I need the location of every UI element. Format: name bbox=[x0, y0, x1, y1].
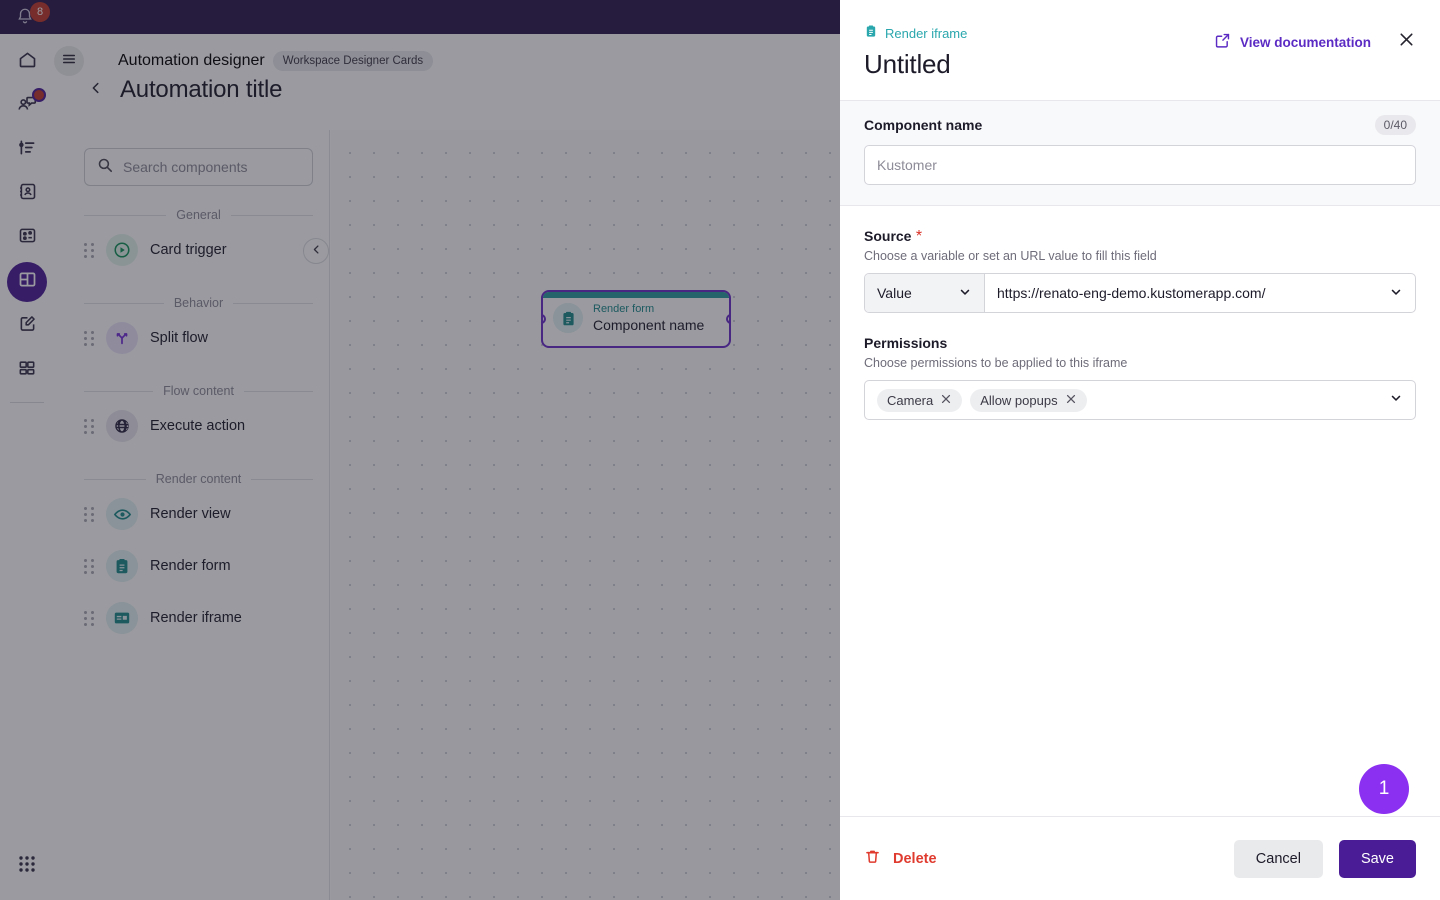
permission-tag-label: Allow popups bbox=[980, 392, 1058, 408]
external-link-icon bbox=[1214, 32, 1231, 52]
permissions-multiselect[interactable]: Camera Allow popups bbox=[864, 380, 1416, 420]
close-icon bbox=[1397, 30, 1416, 54]
drawer-header: Render iframe Untitled View documentatio… bbox=[840, 0, 1440, 100]
component-name-section: Component name 0/40 Kustomer bbox=[840, 100, 1440, 206]
source-url-value: https://renato-eng-demo.kustomerapp.com/ bbox=[997, 285, 1266, 301]
component-name-label: Component name bbox=[864, 117, 983, 133]
view-documentation-label: View documentation bbox=[1239, 34, 1371, 50]
render-iframe-drawer: Render iframe Untitled View documentatio… bbox=[840, 0, 1440, 900]
source-label: Source bbox=[864, 228, 912, 244]
clipboard-icon bbox=[864, 24, 878, 43]
source-field-group: Source * Choose a variable or set an URL… bbox=[864, 228, 1416, 313]
source-mode-select[interactable]: Value bbox=[865, 274, 985, 312]
component-name-input[interactable]: Kustomer bbox=[864, 145, 1416, 185]
permission-tag: Camera bbox=[877, 388, 963, 412]
close-icon bbox=[940, 393, 952, 408]
cancel-button[interactable]: Cancel bbox=[1233, 839, 1323, 878]
component-name-counter: 0/40 bbox=[1374, 115, 1416, 135]
remove-permission-button[interactable] bbox=[940, 393, 952, 408]
chevron-down-icon bbox=[1389, 285, 1403, 302]
permission-tag: Allow popups bbox=[970, 388, 1087, 412]
drawer-kind-label: Render iframe bbox=[885, 26, 968, 41]
chevron-down-icon bbox=[958, 285, 972, 302]
source-combo: Value https://renato-eng-demo.kustomerap… bbox=[864, 273, 1416, 313]
close-icon bbox=[1065, 393, 1077, 408]
drawer-footer: Delete Cancel Save bbox=[840, 816, 1440, 900]
automation-designer-screen: 8 Automation designer Workspace Designer… bbox=[0, 0, 1440, 900]
source-help-text: Choose a variable or set an URL value to… bbox=[864, 249, 1157, 263]
trash-icon bbox=[864, 848, 881, 869]
drawer-body: Component name 0/40 Kustomer Source * Ch… bbox=[840, 100, 1440, 816]
step-badge[interactable]: 1 bbox=[1359, 764, 1409, 814]
component-name-placeholder: Kustomer bbox=[877, 157, 937, 173]
footer-actions: Cancel Save bbox=[1233, 839, 1416, 878]
save-button[interactable]: Save bbox=[1338, 839, 1416, 878]
source-url-select[interactable]: https://renato-eng-demo.kustomerapp.com/ bbox=[985, 274, 1415, 312]
permissions-label: Permissions bbox=[864, 335, 948, 351]
drawer-fields: Source * Choose a variable or set an URL… bbox=[840, 206, 1440, 420]
permission-tag-label: Camera bbox=[887, 392, 934, 408]
required-marker: * bbox=[915, 228, 923, 245]
drawer-header-actions: View documentation bbox=[1214, 30, 1416, 54]
permissions-field-group: Permissions Choose permissions to be app… bbox=[864, 335, 1416, 420]
permissions-help-text: Choose permissions to be applied to this… bbox=[864, 356, 1128, 370]
remove-permission-button[interactable] bbox=[1065, 393, 1077, 408]
modal-overlay[interactable] bbox=[0, 0, 840, 900]
delete-label: Delete bbox=[893, 850, 937, 867]
delete-button[interactable]: Delete bbox=[864, 848, 937, 869]
close-drawer-button[interactable] bbox=[1397, 30, 1416, 54]
source-mode-value: Value bbox=[877, 285, 912, 301]
view-documentation-link[interactable]: View documentation bbox=[1214, 32, 1371, 52]
chevron-down-icon[interactable] bbox=[1389, 391, 1403, 410]
